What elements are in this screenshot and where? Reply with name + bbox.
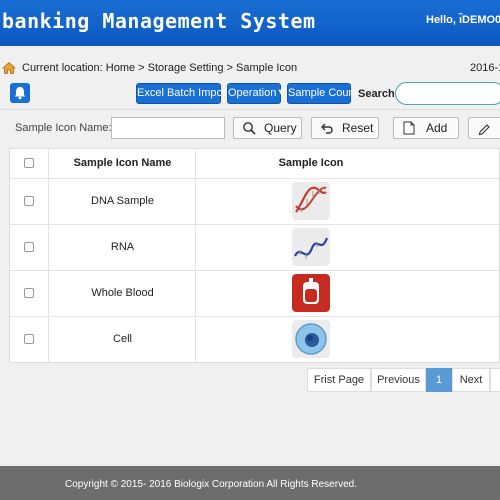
- app-title: banking Management System: [2, 9, 316, 33]
- sample-icon-name-input[interactable]: [111, 117, 225, 139]
- page-button-current[interactable]: 1: [426, 368, 452, 392]
- sample-name: DNA Sample: [91, 195, 154, 207]
- add-button[interactable]: Add: [393, 117, 459, 139]
- user-greeting[interactable]: Hello, ı̃DEMO00: [426, 14, 500, 26]
- undo-icon: [321, 123, 333, 134]
- bell-icon: [14, 87, 26, 100]
- next-page-button[interactable]: Next: [452, 368, 490, 392]
- search-label: Search:: [358, 88, 399, 100]
- sample-count-button[interactable]: Sample Count: [287, 83, 358, 104]
- column-header-icon: Sample Icon: [278, 157, 344, 169]
- reset-button[interactable]: Reset: [311, 117, 379, 139]
- query-button[interactable]: Query: [233, 117, 302, 139]
- rna-icon: [292, 228, 330, 266]
- column-header-name: Sample Icon Name: [73, 157, 172, 169]
- sample-name: RNA: [110, 241, 135, 253]
- breadcrumb-label: Current location:: [22, 62, 103, 74]
- sample-icon-name-label: Sample Icon Name:: [15, 122, 112, 134]
- notification-button[interactable]: [10, 83, 30, 103]
- breadcrumb: Current location: Home > Storage Setting…: [0, 57, 500, 79]
- sample-icon-table: Sample Icon Name Sample Icon DNA Sample …: [9, 148, 500, 363]
- operation-dropdown-button[interactable]: Operation▼: [227, 83, 287, 104]
- last-page-button[interactable]: [490, 368, 500, 392]
- breadcrumb-trail[interactable]: Home > Storage Setting > Sample Icon: [106, 62, 297, 74]
- table-row[interactable]: RNA: [10, 225, 500, 271]
- add-label: Add: [426, 121, 448, 135]
- table-row[interactable]: DNA Sample: [10, 179, 500, 225]
- divider: [0, 109, 500, 110]
- table-row[interactable]: Whole Blood: [10, 271, 500, 317]
- excel-import-button[interactable]: Excel Batch Import: [136, 83, 229, 104]
- pencil-icon: [478, 124, 490, 135]
- table-row[interactable]: Cell: [10, 317, 500, 363]
- new-document-icon: [403, 121, 415, 135]
- filter-bar: Sample Icon Name: Query Reset Add: [0, 116, 500, 142]
- home-icon[interactable]: [2, 61, 16, 75]
- previous-page-button[interactable]: Previous: [371, 368, 426, 392]
- table-header-row: Sample Icon Name Sample Icon: [10, 149, 500, 179]
- reset-label: Reset: [342, 121, 374, 135]
- row-checkbox[interactable]: [24, 288, 34, 298]
- row-checkbox[interactable]: [24, 196, 34, 206]
- app-header: banking Management System Hello, ı̃DEMO0…: [0, 0, 500, 46]
- sample-name: Whole Blood: [91, 287, 154, 299]
- sample-name: Cell: [113, 333, 132, 345]
- breadcrumb-path: Current location: Home > Storage Setting…: [22, 62, 297, 74]
- select-all-checkbox[interactable]: [24, 158, 34, 168]
- current-date: 2016-1: [470, 62, 500, 74]
- edit-button[interactable]: [468, 117, 500, 139]
- cell-icon: [292, 320, 330, 358]
- row-checkbox[interactable]: [24, 242, 34, 252]
- copyright-text: Copyright © 2015- 2016 Biologix Corporat…: [65, 479, 357, 490]
- search-icon: [243, 122, 256, 135]
- first-page-button[interactable]: Frist Page: [307, 368, 371, 392]
- row-checkbox[interactable]: [24, 334, 34, 344]
- query-label: Query: [264, 121, 297, 135]
- footer: Copyright © 2015- 2016 Biologix Corporat…: [0, 466, 500, 500]
- blood-bag-icon: [292, 274, 330, 312]
- search-input[interactable]: [395, 82, 500, 105]
- toolbar: Excel Batch Import Operation▼ Sample Cou…: [0, 81, 500, 107]
- dna-icon: [292, 182, 330, 220]
